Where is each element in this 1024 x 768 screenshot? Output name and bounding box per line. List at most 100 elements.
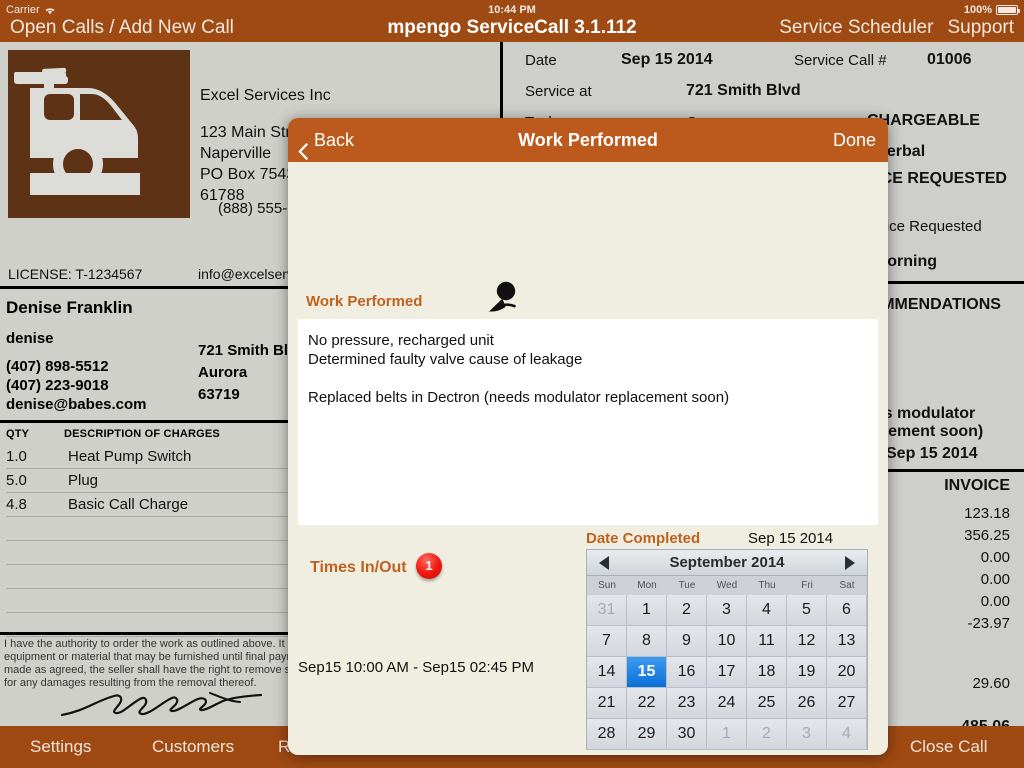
customer-phone-2: (407) 223-9018 bbox=[6, 377, 109, 394]
work-performed-textarea[interactable]: No pressure, recharged unit Determined fa… bbox=[298, 319, 878, 525]
modal-header: Back Work Performed Done bbox=[288, 118, 888, 162]
tab-item-settings[interactable]: Settings bbox=[30, 726, 91, 768]
calendar-day-cell[interactable]: 24 bbox=[707, 688, 747, 719]
calendar-day-cell[interactable]: 8 bbox=[627, 626, 667, 657]
calendar-day-cell[interactable]: 14 bbox=[587, 657, 627, 688]
completed-date-value: Sep 15 2014 bbox=[886, 445, 978, 462]
calendar-day-cell[interactable]: 26 bbox=[787, 688, 827, 719]
customer-login: denise bbox=[6, 330, 54, 347]
triangle-right-icon bbox=[845, 556, 855, 570]
calendar-day-cell[interactable]: 10 bbox=[707, 626, 747, 657]
invoice-line: 0.00 bbox=[980, 571, 1010, 588]
invoice-tax: 29.60 bbox=[972, 675, 1010, 692]
calendar-day-cell[interactable]: 11 bbox=[747, 626, 787, 657]
customer-phone-1: (407) 898-5512 bbox=[6, 358, 109, 375]
calendar-month-year: September 2014 bbox=[669, 554, 785, 571]
calendar-day-cell[interactable]: 16 bbox=[667, 657, 707, 688]
customer-contact: (407) 898-5512 (407) 223-9018 denise@bab… bbox=[6, 357, 147, 414]
date-completed-label: Date Completed bbox=[586, 530, 701, 547]
calendar-day-cell[interactable]: 27 bbox=[827, 688, 867, 719]
calendar-day-cell[interactable]: 28 bbox=[587, 719, 627, 750]
charge-qty: 5.0 bbox=[6, 472, 27, 489]
calendar-dow-label: Tue bbox=[678, 580, 696, 591]
divider-invoice-top bbox=[869, 469, 1024, 472]
date-completed-calendar[interactable]: September 2014 Sun Mon Tue Wed Thu Fri Sat 31 1… bbox=[586, 549, 868, 750]
calendar-dow-label: Fri bbox=[801, 580, 813, 591]
modal-title: Work Performed bbox=[518, 130, 658, 150]
customer-email: denise@babes.com bbox=[6, 396, 147, 413]
calendar-dow-label: Sat bbox=[839, 580, 855, 591]
calendar-day-cell[interactable]: 3 bbox=[707, 595, 747, 626]
calendar-day-cell[interactable]: 9 bbox=[667, 626, 707, 657]
tab-item-close-call[interactable]: Close Call bbox=[910, 726, 987, 768]
charge-description: Plug bbox=[68, 472, 99, 489]
calendar-day-cell[interactable]: 19 bbox=[787, 657, 827, 688]
date-completed-value: Sep 15 2014 bbox=[748, 530, 834, 547]
calendar-day-cell[interactable]: 20 bbox=[827, 657, 867, 688]
battery-icon bbox=[996, 5, 1020, 15]
charge-description: Basic Call Charge bbox=[68, 496, 189, 513]
calendar-day-cell[interactable]: 17 bbox=[707, 657, 747, 688]
service-call-number-label: Service Call # bbox=[794, 52, 887, 69]
charge-qty: 1.0 bbox=[6, 448, 27, 465]
calendar-day-cell[interactable]: 23 bbox=[667, 688, 707, 719]
charge-qty: 4.8 bbox=[6, 496, 27, 513]
invoice-line: 0.00 bbox=[980, 593, 1010, 610]
calendar-day-cell[interactable]: 6 bbox=[827, 595, 867, 626]
calendar-day-cell[interactable]: 4 bbox=[747, 595, 787, 626]
times-in-out-label[interactable]: Times In/Out bbox=[310, 559, 407, 577]
calendar-day-cell[interactable]: 2 bbox=[747, 719, 787, 750]
status-bar: Carrier 10:44 PM 100% bbox=[0, 0, 1024, 20]
work-performed-line bbox=[308, 369, 868, 388]
times-in-out-count-badge: 1 bbox=[416, 553, 442, 579]
tab-item-customers[interactable]: Customers bbox=[152, 726, 234, 768]
work-performed-line: No pressure, recharged unit bbox=[308, 332, 494, 349]
calendar-day-cell[interactable]: 13 bbox=[827, 626, 867, 657]
calendar-day-cell[interactable]: 4 bbox=[827, 719, 867, 750]
calendar-day-cell[interactable]: 31 bbox=[587, 595, 627, 626]
work-performed-content: No pressure, recharged unit Determined fa… bbox=[308, 331, 868, 407]
status-bar-right: 100% bbox=[963, 0, 1020, 20]
calendar-day-cell[interactable]: 3 bbox=[787, 719, 827, 750]
invoice-line: -23.97 bbox=[967, 615, 1010, 632]
customer-signature-icon bbox=[60, 687, 320, 728]
calendar-day-cell[interactable]: 1 bbox=[627, 595, 667, 626]
calendar-day-cell[interactable]: 21 bbox=[587, 688, 627, 719]
business-name: Excel Services Inc bbox=[200, 87, 331, 104]
done-button[interactable]: Done bbox=[833, 118, 876, 162]
signature-pen-icon[interactable] bbox=[484, 281, 526, 313]
charges-header-qty: QTY bbox=[6, 428, 30, 440]
calendar-day-cell[interactable]: 15 bbox=[627, 657, 667, 688]
work-performed-modal: Back Work Performed Done Work Performed … bbox=[288, 118, 888, 755]
charges-header-desc: DESCRIPTION OF CHARGES bbox=[64, 428, 220, 440]
invoice-line-list: 123.18 356.25 0.00 0.00 0.00 -23.97 bbox=[964, 503, 1010, 635]
calendar-day-of-week-row: Sun Mon Tue Wed Thu Fri Sat bbox=[587, 576, 867, 595]
battery-percent-label: 100% bbox=[963, 4, 992, 16]
calendar-next-month-button[interactable] bbox=[845, 550, 855, 576]
status-bar-time: 10:44 PM bbox=[488, 4, 536, 16]
work-performed-line: Replaced belts in Dectron (needs modulat… bbox=[308, 389, 730, 406]
calendar-day-cell[interactable]: 22 bbox=[627, 688, 667, 719]
customer-name: Denise Franklin bbox=[6, 298, 133, 317]
divider-recommendations bbox=[869, 281, 1024, 284]
calendar-day-cell[interactable]: 29 bbox=[627, 719, 667, 750]
calendar-day-cell[interactable]: 1 bbox=[707, 719, 747, 750]
invoice-line: 0.00 bbox=[980, 549, 1010, 566]
calendar-dow-label: Wed bbox=[716, 580, 738, 591]
calendar-day-grid[interactable]: 31 1 2 3 4 5 6 7 8 9 10 11 12 13 14 15 16 17 18 19 20 21 22 23 2… bbox=[587, 595, 867, 750]
calendar-day-cell[interactable]: 2 bbox=[667, 595, 707, 626]
service-truck-icon bbox=[8, 50, 190, 218]
calendar-day-cell[interactable]: 5 bbox=[787, 595, 827, 626]
calendar-day-cell[interactable]: 25 bbox=[747, 688, 787, 719]
invoice-header: INVOICE bbox=[944, 477, 1010, 494]
invoice-line: 356.25 bbox=[964, 527, 1010, 544]
calendar-day-cell[interactable]: 7 bbox=[587, 626, 627, 657]
app-root: Carrier 10:44 PM 100% Open Calls / Add N… bbox=[0, 0, 1024, 768]
service-at-value: 721 Smith Blvd bbox=[686, 82, 801, 99]
calendar-dow-label: Sun bbox=[598, 580, 616, 591]
calendar-day-cell[interactable]: 30 bbox=[667, 719, 707, 750]
date-label: Date bbox=[525, 52, 557, 69]
work-performed-line: Determined faulty valve cause of leakage bbox=[308, 351, 583, 368]
calendar-day-cell[interactable]: 18 bbox=[747, 657, 787, 688]
calendar-day-cell[interactable]: 12 bbox=[787, 626, 827, 657]
